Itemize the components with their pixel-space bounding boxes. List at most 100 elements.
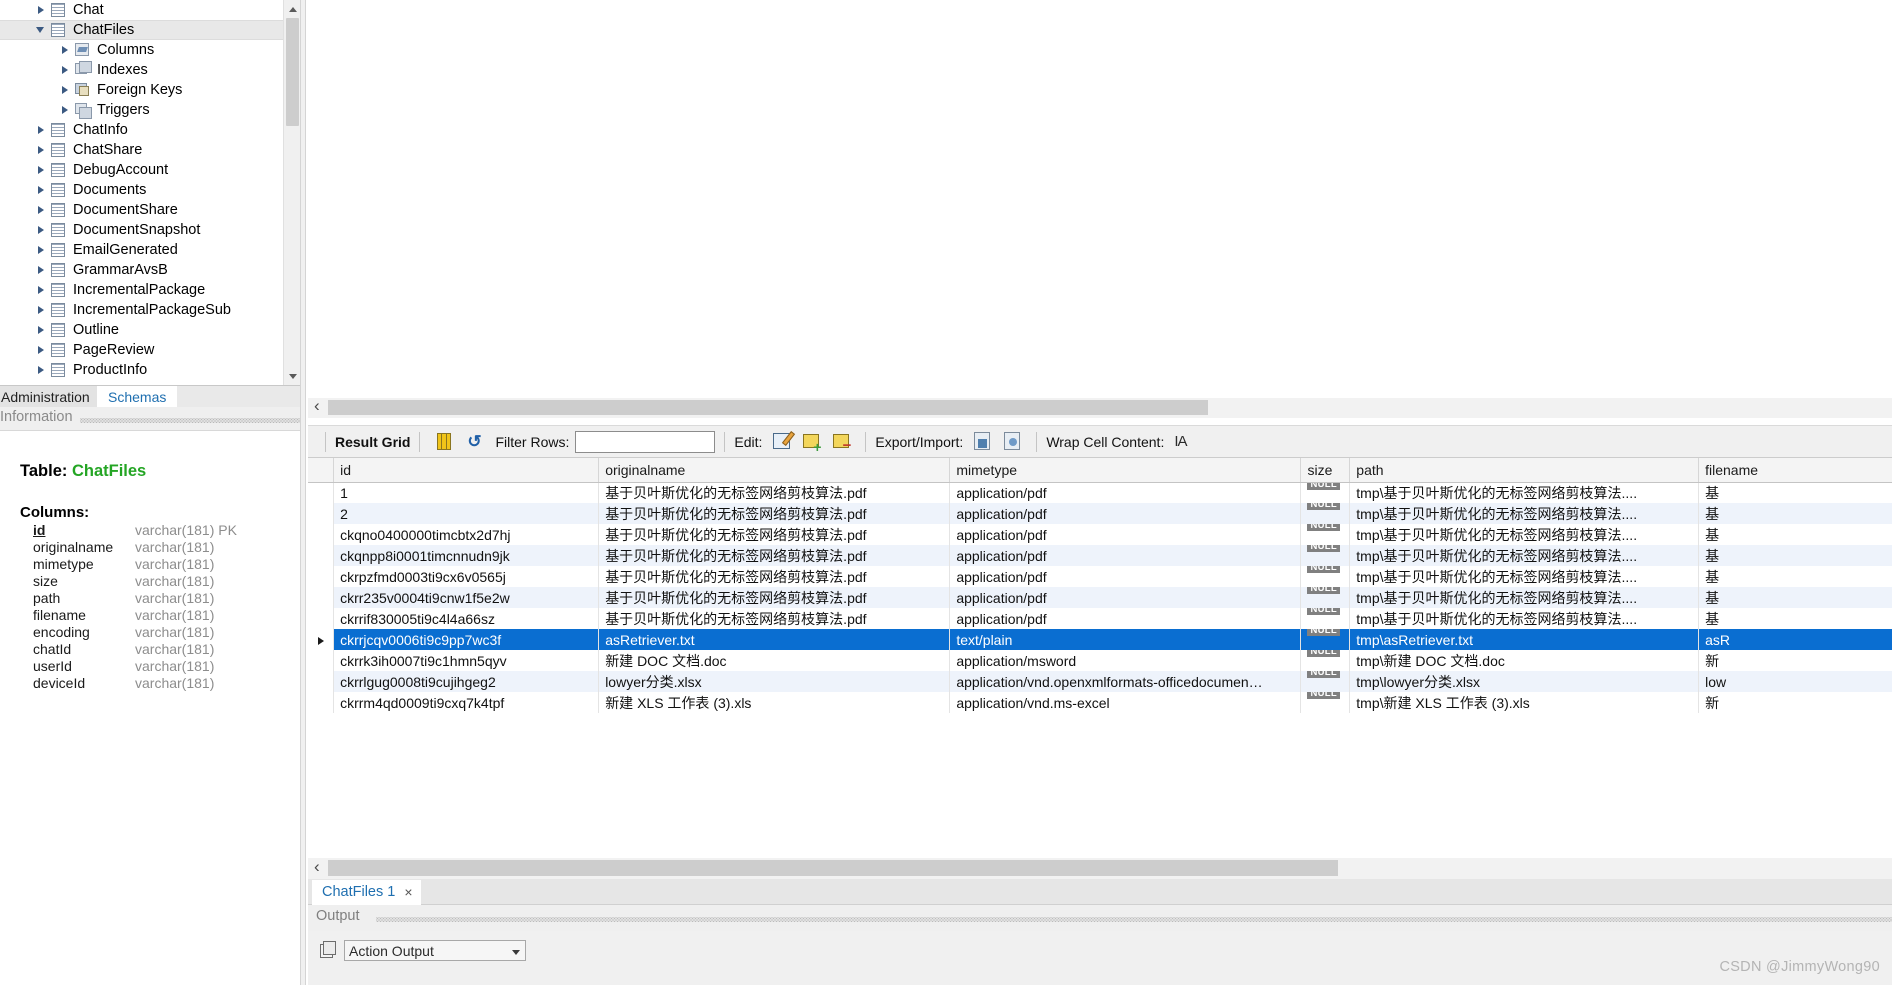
sql-editor-area[interactable] — [308, 0, 1892, 398]
cell-id[interactable]: ckrrm4qd0009ti9cxq7k4tpf — [333, 692, 600, 713]
cell-path[interactable]: tmp\基于贝叶斯优化的无标签网络剪枝算法.... — [1349, 503, 1700, 524]
table-row[interactable]: ckrrk3ih0007ti9c1hmn5qyv 新建 DOC 文档.doc app… — [308, 650, 1892, 671]
scrollbar-thumb[interactable] — [328, 400, 1208, 415]
cell-size[interactable]: NULL — [1300, 524, 1351, 545]
chevron-right-icon[interactable] — [34, 140, 50, 160]
cell-id[interactable]: 1 — [333, 482, 600, 503]
chevron-right-icon[interactable] — [34, 0, 50, 20]
tree-item-indexes[interactable]: Indexes — [0, 60, 300, 80]
grid-view-icon[interactable] — [433, 431, 455, 452]
cell-id[interactable]: ckrr235v0004ti9cnw1f5e2w — [333, 587, 600, 608]
table-row[interactable]: ckrrlgug0008ti9cujihgeg2 lowyer分类.xlsx app… — [308, 671, 1892, 692]
cell-path[interactable]: tmp\asRetriever.txt — [1349, 629, 1700, 650]
table-row[interactable]: ckrpzfmd0003ti9cx6v0565j 基于贝叶斯优化的无标签网络剪枝算… — [308, 566, 1892, 587]
row-marker[interactable] — [308, 545, 335, 566]
cell-filename[interactable]: low — [1698, 671, 1892, 692]
table-row[interactable]: 2 基于贝叶斯优化的无标签网络剪枝算法.pdf application/pdf NUL… — [308, 503, 1892, 524]
cell-id[interactable]: ckrrif830005ti9c4l4a66sz — [333, 608, 600, 629]
cell-id[interactable]: ckrrk3ih0007ti9c1hmn5qyv — [333, 650, 600, 671]
row-delete-icon[interactable] — [830, 431, 852, 453]
chevron-right-icon[interactable] — [34, 120, 50, 140]
cell-mimetype[interactable]: application/pdf — [949, 503, 1302, 524]
cell-mimetype[interactable]: application/pdf — [949, 524, 1302, 545]
edit-pencil-icon[interactable] — [770, 431, 792, 452]
cell-mimetype[interactable]: application/vnd.openxmlformats-officedoc… — [949, 671, 1302, 692]
chevron-right-icon[interactable] — [34, 240, 50, 260]
tree-item-incrementalpackagesub[interactable]: IncrementalPackageSub — [0, 300, 300, 320]
chevron-right-icon[interactable] — [34, 340, 50, 360]
tab-administration[interactable]: Administration — [0, 386, 101, 408]
table-row[interactable]: ckrrm4qd0009ti9cxq7k4tpf 新建 XLS 工作表 (3).x… — [308, 692, 1892, 713]
cell-id[interactable]: 2 — [333, 503, 600, 524]
scrollbar-thumb[interactable] — [286, 18, 299, 126]
table-row[interactable]: ckrrif830005ti9c4l4a66sz 基于贝叶斯优化的无标签网络剪枝算… — [308, 608, 1892, 629]
tree-item-documentshare[interactable]: DocumentShare — [0, 200, 300, 220]
row-marker[interactable] — [308, 503, 335, 524]
wrap-cell-icon[interactable]: I​A — [1170, 431, 1192, 452]
output-copy-icon[interactable] — [316, 940, 336, 958]
cell-mimetype[interactable]: application/pdf — [949, 545, 1302, 566]
cell-size[interactable]: NULL — [1300, 650, 1351, 671]
tree-item-debugaccount[interactable]: DebugAccount — [0, 160, 300, 180]
cell-originalname[interactable]: 新建 XLS 工作表 (3).xls — [598, 692, 951, 713]
cell-filename[interactable]: 基 — [1698, 482, 1892, 503]
tree-item-documentsnapshot[interactable]: DocumentSnapshot — [0, 220, 300, 240]
cell-originalname[interactable]: 基于贝叶斯优化的无标签网络剪枝算法.pdf — [598, 608, 951, 629]
chevron-right-icon[interactable] — [58, 100, 74, 120]
chevron-right-icon[interactable] — [34, 300, 50, 320]
chevron-right-icon[interactable] — [34, 180, 50, 200]
tree-item-productinfo[interactable]: ProductInfo — [0, 360, 300, 380]
cell-size[interactable]: NULL — [1300, 545, 1351, 566]
tree-item-emailgenerated[interactable]: EmailGenerated — [0, 240, 300, 260]
grid-horizontal-scrollbar[interactable] — [308, 857, 1892, 879]
row-marker[interactable] — [308, 608, 335, 629]
cell-id[interactable]: ckqnpp8i0001timcnnudn9jk — [333, 545, 600, 566]
cell-size[interactable]: NULL — [1300, 671, 1351, 692]
cell-path[interactable]: tmp\lowyer分类.xlsx — [1349, 671, 1700, 692]
tree-item-grammaravsb[interactable]: GrammarAvsB — [0, 260, 300, 280]
import-recordset-icon[interactable] — [1001, 431, 1023, 452]
cell-size[interactable]: NULL — [1300, 587, 1351, 608]
chevron-right-icon[interactable] — [58, 40, 74, 60]
cell-originalname[interactable]: 基于贝叶斯优化的无标签网络剪枝算法.pdf — [598, 503, 951, 524]
chevron-right-icon[interactable] — [34, 280, 50, 300]
row-marker[interactable] — [308, 671, 335, 692]
scroll-left-icon[interactable] — [310, 857, 326, 878]
cell-filename[interactable]: 基 — [1698, 545, 1892, 566]
chevron-right-icon[interactable] — [34, 160, 50, 180]
tree-item-incrementalpackage[interactable]: IncrementalPackage — [0, 280, 300, 300]
cell-path[interactable]: tmp\基于贝叶斯优化的无标签网络剪枝算法.... — [1349, 524, 1700, 545]
table-row[interactable]: ckrr235v0004ti9cnw1f5e2w 基于贝叶斯优化的无标签网络剪枝算… — [308, 587, 1892, 608]
output-view-select[interactable]: Action Output — [344, 940, 526, 961]
cell-mimetype[interactable]: application/vnd.ms-excel — [949, 692, 1302, 713]
column-header-mimetype[interactable]: mimetype — [949, 458, 1302, 483]
cell-path[interactable]: tmp\新建 DOC 文档.doc — [1349, 650, 1700, 671]
cell-filename[interactable]: 基 — [1698, 587, 1892, 608]
cell-filename[interactable]: 基 — [1698, 608, 1892, 629]
tab-schemas[interactable]: Schemas — [97, 386, 178, 408]
cell-path[interactable]: tmp\基于贝叶斯优化的无标签网络剪枝算法.... — [1349, 482, 1700, 503]
cell-size[interactable]: NULL — [1300, 566, 1351, 587]
row-marker[interactable] — [308, 650, 335, 671]
tree-item-triggers[interactable]: Triggers — [0, 100, 300, 120]
cell-size[interactable]: NULL — [1300, 608, 1351, 629]
table-row[interactable]: ckqnpp8i0001timcnnudn9jk 基于贝叶斯优化的无标签网络剪枝算… — [308, 545, 1892, 566]
chevron-right-icon[interactable] — [34, 200, 50, 220]
row-insert-icon[interactable] — [800, 431, 822, 454]
tree-item-documents[interactable]: Documents — [0, 180, 300, 200]
row-marker[interactable] — [308, 629, 335, 650]
cell-filename[interactable]: asR — [1698, 629, 1892, 650]
editor-horizontal-scrollbar[interactable] — [308, 396, 1892, 418]
cell-originalname[interactable]: lowyer分类.xlsx — [598, 671, 951, 692]
cell-originalname[interactable]: 基于贝叶斯优化的无标签网络剪枝算法.pdf — [598, 587, 951, 608]
cell-mimetype[interactable]: application/pdf — [949, 482, 1302, 503]
filter-rows-input[interactable] — [575, 430, 716, 453]
scroll-down-icon[interactable] — [284, 368, 300, 385]
tree-item-chatinfo[interactable]: ChatInfo — [0, 120, 300, 140]
row-marker[interactable] — [308, 587, 335, 608]
table-row[interactable]: 1 基于贝叶斯优化的无标签网络剪枝算法.pdf application/pdf NUL… — [308, 482, 1892, 503]
scrollbar-thumb[interactable] — [328, 860, 1338, 876]
cell-mimetype[interactable]: application/msword — [949, 650, 1302, 671]
cell-originalname[interactable]: 基于贝叶斯优化的无标签网络剪枝算法.pdf — [598, 482, 951, 503]
tree-item-chatshare[interactable]: ChatShare — [0, 140, 300, 160]
